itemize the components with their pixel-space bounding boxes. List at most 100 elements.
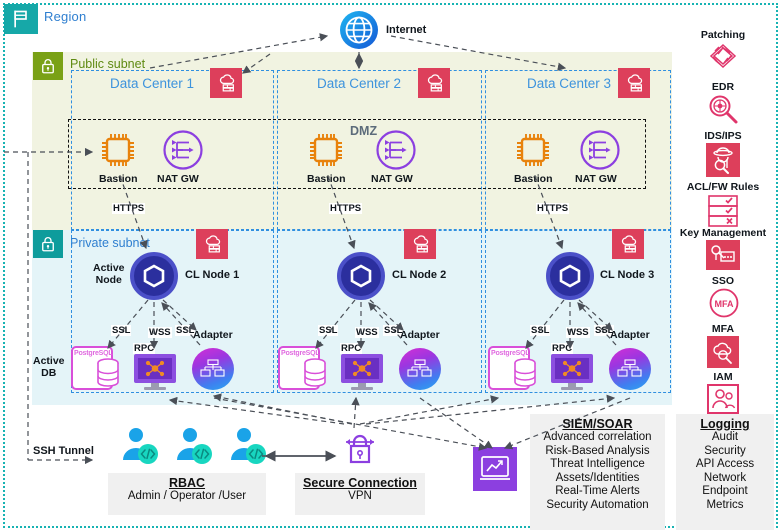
security-label-edr: EDR — [711, 81, 735, 93]
vpn-title: Secure Connection — [303, 476, 417, 490]
siem-title: SIEM/SOAR — [562, 417, 633, 431]
rbac-title: RBAC — [168, 476, 206, 490]
https-label: HTTPS — [536, 203, 570, 214]
patching-icon — [705, 42, 741, 81]
dmz-label: DMZ — [350, 124, 378, 138]
ssl-label: SSL — [318, 325, 339, 336]
database-cylinder-icon — [512, 358, 538, 393]
wss-label: WSS — [148, 327, 172, 338]
logging-item: Security — [704, 444, 746, 457]
wss-label: WSS — [566, 327, 590, 338]
rpc-node-monitor-icon — [132, 352, 178, 397]
firewall-icon — [618, 68, 650, 98]
rbac-panel: RBAC Admin / Operator /User — [108, 473, 266, 515]
flag-icon — [4, 4, 38, 34]
postgresql-label: PostgreSQL — [74, 350, 113, 357]
dmz-bottom-rule — [68, 188, 646, 189]
diagram-canvas: Region Public subnet Private subnet DMZ … — [0, 0, 781, 531]
bastion-label: Bastion — [514, 173, 553, 185]
adapter-label: Adapter — [193, 329, 233, 341]
user-dev-icon — [226, 427, 270, 472]
internet-label: Internet — [386, 24, 427, 36]
nat-gw-label: NAT GW — [371, 173, 413, 185]
postgresql-label: PostgreSQL — [281, 350, 320, 357]
cl-node-3-icon — [546, 252, 594, 300]
firewall-icon — [210, 68, 242, 98]
rbac-subtitle: Admin / Operator /User — [127, 490, 247, 502]
bastion-icon — [99, 131, 137, 169]
adapter-icon — [609, 348, 651, 390]
ssl-label: SSL — [530, 325, 551, 336]
lock-icon — [33, 230, 63, 258]
nat-gateway-icon — [579, 129, 621, 171]
vpn-subtitle: VPN — [348, 490, 372, 502]
cl-node-2-label: CL Node 2 — [392, 269, 447, 281]
vpn-lock-icon — [340, 428, 380, 468]
nat-gateway-icon — [375, 129, 417, 171]
bastion-icon — [307, 131, 345, 169]
datacenter-3-title: Data Center 3 — [527, 76, 612, 91]
adapter-icon — [399, 348, 441, 390]
logging-item: Network — [703, 471, 747, 484]
svg-text:MFA: MFA — [715, 299, 734, 309]
public-subnet-label: Public subnet — [70, 57, 146, 71]
siem-soar-panel: SIEM/SOAR Advanced correlation Risk-Base… — [530, 414, 665, 530]
bastion-label: Bastion — [99, 173, 138, 185]
lock-icon — [33, 52, 63, 80]
security-label-sso: SSO — [711, 275, 735, 287]
dmz-top-rule — [68, 119, 646, 120]
datacenter-1-title: Data Center 1 — [110, 76, 195, 91]
firewall-icon — [612, 229, 644, 259]
siem-item: Assets/Identities — [555, 471, 640, 484]
rpc-node-monitor-icon — [549, 352, 595, 397]
logging-item: API Access — [695, 458, 755, 471]
siem-item: Real-Time Alerts — [555, 485, 640, 498]
ssl-label: SSL — [111, 325, 132, 336]
logging-item: Audit — [711, 431, 739, 443]
security-label-acl-fw: ACL/FW Rules — [686, 181, 760, 193]
ssh-tunnel-label: SSH Tunnel — [33, 445, 94, 457]
wss-label: WSS — [355, 327, 379, 338]
logging-title: Logging — [700, 417, 750, 431]
siem-item: Risk-Based Analysis — [545, 444, 650, 457]
adapter-label: Adapter — [400, 329, 440, 341]
bastion-label: Bastion — [307, 173, 346, 185]
security-label-mfa: MFA — [711, 323, 735, 335]
key-management-icon — [706, 240, 740, 270]
firewall-icon — [418, 68, 450, 98]
firewall-icon — [196, 229, 228, 259]
firewall-icon — [404, 229, 436, 259]
globe-icon — [337, 8, 381, 52]
database-cylinder-icon — [302, 358, 328, 393]
security-label-patching: Patching — [700, 29, 746, 41]
nat-gw-label: NAT GW — [157, 173, 199, 185]
nat-gw-label: NAT GW — [575, 173, 617, 185]
user-dev-icon — [172, 427, 216, 472]
postgresql-label: PostgreSQL — [491, 350, 530, 357]
user-dev-icon — [118, 427, 162, 472]
monitoring-chart-icon — [473, 447, 517, 491]
mfa-cloud-key-icon — [707, 336, 739, 368]
datacenter-2-title: Data Center 2 — [317, 76, 402, 91]
rpc-node-monitor-icon — [339, 352, 385, 397]
security-label-iam: IAM — [713, 371, 733, 383]
https-label: HTTPS — [329, 203, 363, 214]
cl-node-2-icon — [337, 252, 385, 300]
adapter-label: Adapter — [610, 329, 650, 341]
siem-item: Security Automation — [546, 498, 649, 511]
dmz-left-rule — [68, 119, 69, 189]
iam-users-icon — [707, 384, 739, 414]
siem-item: Threat Intelligence — [550, 458, 645, 471]
ids-ips-detective-icon — [706, 143, 740, 177]
cl-node-1-icon — [130, 252, 178, 300]
adapter-icon — [192, 348, 234, 390]
database-cylinder-icon — [95, 358, 121, 393]
edr-magnifier-icon — [706, 93, 740, 130]
security-label-ids-ips: IDS/IPS — [704, 130, 742, 142]
logging-item: Metrics — [706, 498, 744, 511]
vpn-panel: Secure Connection VPN — [295, 473, 425, 515]
bastion-icon — [514, 131, 552, 169]
sso-mfa-circle-icon: MFA — [707, 287, 741, 324]
security-label-key-mgmt: Key Management — [679, 227, 767, 239]
active-node-label: Active Node — [93, 262, 125, 286]
